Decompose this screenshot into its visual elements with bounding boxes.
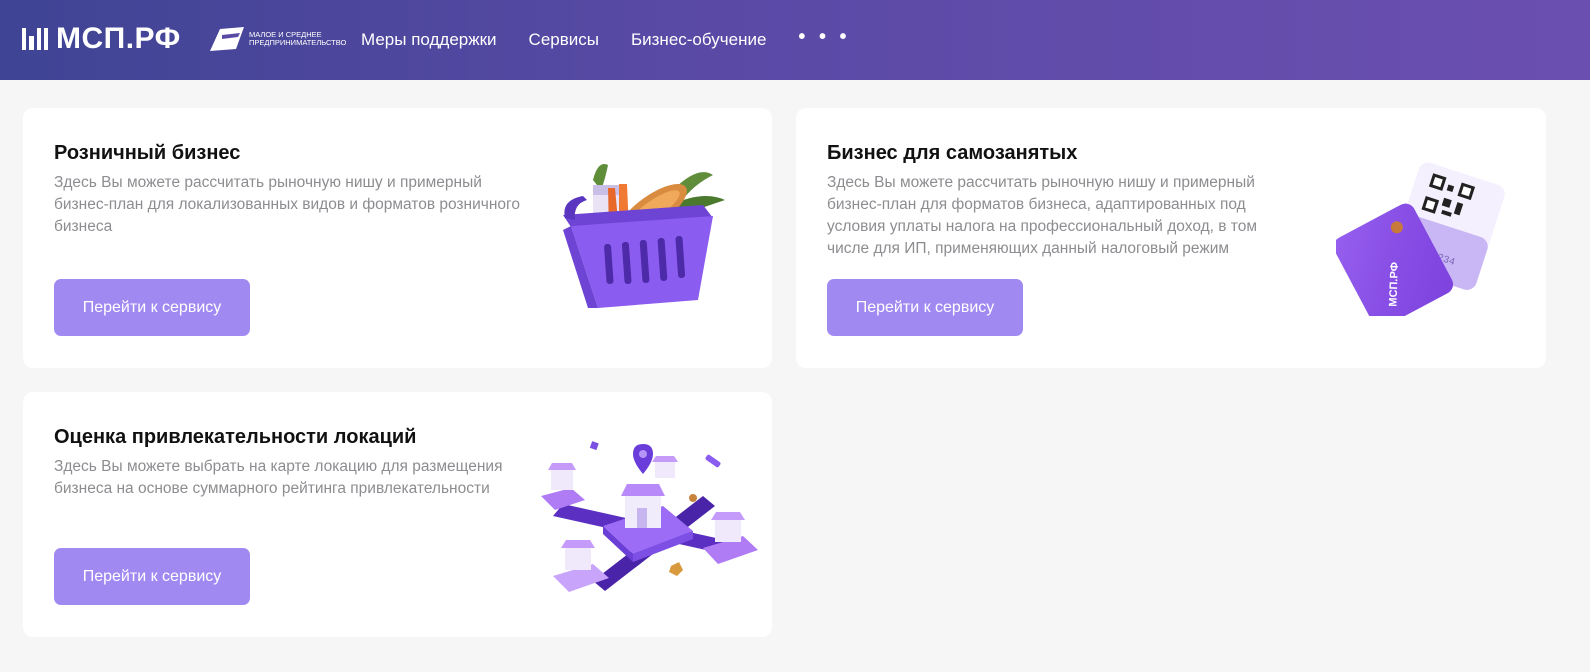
card-description: Здесь Вы можете рассчитать рыночную нишу… [827,174,1258,257]
main-nav: Меры поддержки Сервисы Бизнес-обучение •… [361,0,851,80]
card-title: Оценка привлекательности локаций [54,426,417,448]
go-to-service-button[interactable]: Перейти к сервису [54,548,250,605]
service-card-retail: Розничный бизнес Здесь Вы можете рассчит… [23,108,772,368]
service-card-location-rating: Оценка привлекательности локаций Здесь В… [23,392,772,637]
card-description: Здесь Вы можете выбрать на карте локацию… [54,458,503,497]
service-card-self-employed: Бизнес для самозанятых Здесь Вы можете р… [796,108,1546,368]
go-to-service-button[interactable]: Перейти к сервису [827,279,1023,336]
nav-more-button[interactable]: • • • [798,26,850,49]
go-to-service-button[interactable]: Перейти к сервису [54,279,250,336]
nav-item-services[interactable]: Сервисы [529,30,599,50]
national-project-text: МАЛОЕ И СРЕДНЕЕ ПРЕДПРИНИМАТЕЛЬСТВО [249,30,347,47]
logo-text: МСП.РФ [56,22,181,55]
top-navigation-bar: МСП.РФ МАЛОЕ И СРЕДНЕЕ ПРЕДПРИНИМАТЕЛЬСТ… [0,0,1590,80]
nav-item-business-education[interactable]: Бизнес-обучение [631,30,766,50]
national-project-logo[interactable]: МАЛОЕ И СРЕДНЕЕ ПРЕДПРИНИМАТЕЛЬСТВО [210,27,361,51]
msp-logo-link[interactable]: МСП.РФ [22,22,181,55]
card-description: Здесь Вы можете рассчитать рыночную нишу… [54,174,520,235]
location-network-icon [541,441,758,592]
nav-item-support-measures[interactable]: Меры поддержки [361,30,497,50]
card-title: Бизнес для самозанятых [827,142,1078,164]
card-brand-text: МСП.РФ [1387,262,1401,307]
card-title: Розничный бизнес [54,142,241,164]
msp-logo-icon [22,28,48,50]
national-project-icon [210,27,244,51]
shopping-basket-icon [563,164,725,308]
payment-cards-qr-icon: 1234 МСП.РФ [1336,162,1505,316]
